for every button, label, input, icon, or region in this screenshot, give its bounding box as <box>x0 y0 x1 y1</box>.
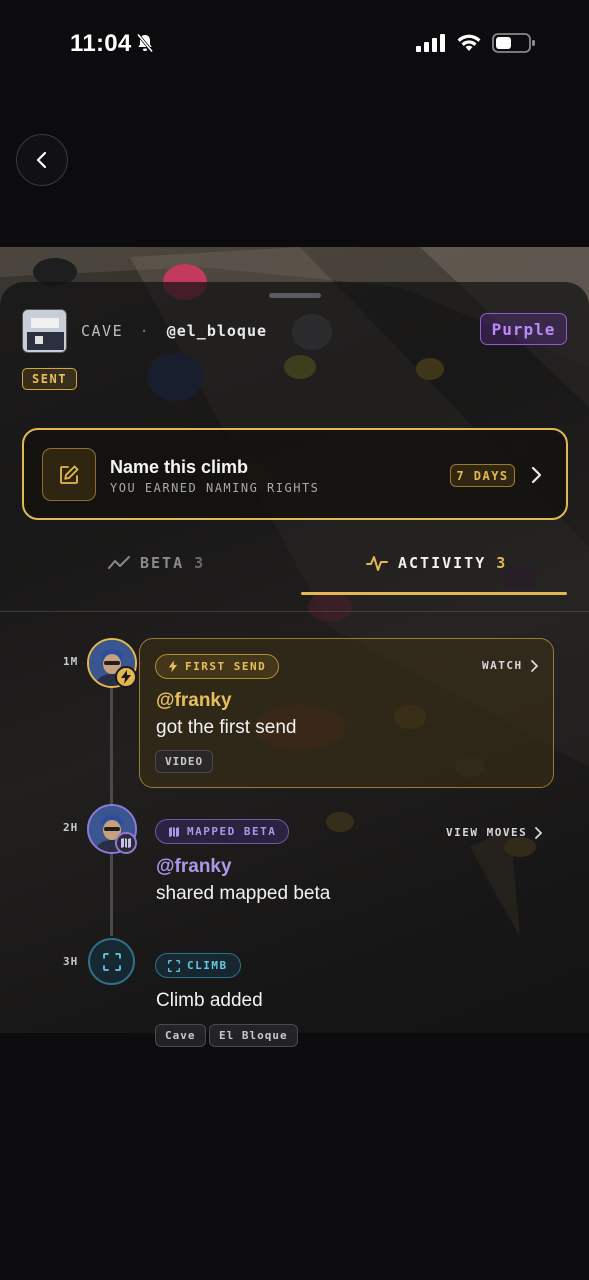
sent-badge: SENT <box>22 368 77 390</box>
edit-icon <box>42 448 96 501</box>
active-tab-indicator <box>301 592 567 595</box>
video-tag[interactable]: VIDEO <box>155 750 214 773</box>
first-send-card[interactable]: FIRST SEND WATCH @franky got the first s… <box>139 638 554 788</box>
back-button[interactable] <box>16 134 68 186</box>
timeline-connector <box>110 854 113 936</box>
cellular-signal-icon <box>416 34 448 57</box>
tab-activity-count: 3 <box>496 554 508 572</box>
tab-activity[interactable]: ACTIVITY 3 <box>366 554 507 572</box>
battery-icon <box>492 33 536 58</box>
name-card-subtitle: YOU EARNED NAMING RIGHTS <box>110 481 320 495</box>
view-moves-label: VIEW MOVES <box>446 826 528 839</box>
status-bar: 11:04 <box>0 0 589 90</box>
event-user[interactable]: @franky <box>156 690 232 712</box>
timeline-connector <box>110 688 113 806</box>
event-type-label: CLIMB <box>187 959 228 972</box>
name-card-title: Name this climb <box>110 457 249 477</box>
gym-and-setter: CAVE · @el_bloque <box>81 322 267 340</box>
map-badge-icon <box>115 832 137 854</box>
tab-beta[interactable]: BETA 3 <box>108 554 205 572</box>
climb-pill: CLIMB <box>155 953 241 978</box>
first-send-pill: FIRST SEND <box>155 654 280 679</box>
setter-handle[interactable]: @el_bloque <box>167 322 267 340</box>
chevron-right-icon <box>530 659 538 672</box>
gym-tag[interactable]: Cave <box>155 1024 206 1047</box>
scan-frame-icon <box>168 959 180 972</box>
event-type-label: FIRST SEND <box>185 660 267 673</box>
tab-beta-label: BETA <box>140 554 185 572</box>
event-time: 2H <box>63 821 79 834</box>
grade-badge: Purple <box>480 313 567 345</box>
event-user[interactable]: @franky <box>156 856 232 878</box>
watch-link[interactable]: WATCH <box>482 659 538 672</box>
wall-thumbnail[interactable] <box>22 309 67 353</box>
trend-line-icon <box>108 556 130 569</box>
bell-muted-icon <box>136 33 154 58</box>
mapped-beta-pill: MAPPED BETA <box>155 819 290 844</box>
watch-label: WATCH <box>482 659 523 672</box>
tab-beta-count: 3 <box>194 554 206 572</box>
separator: · <box>139 322 151 340</box>
scan-frame-icon <box>88 938 135 985</box>
event-time: 1M <box>63 655 79 668</box>
lightning-badge-icon <box>115 666 137 688</box>
chevron-left-icon <box>36 151 47 169</box>
name-climb-card[interactable]: Name this climb YOU EARNED NAMING RIGHTS… <box>22 428 568 520</box>
sheet-drag-handle[interactable] <box>269 293 321 298</box>
tab-bar: BETA 3 ACTIVITY 3 <box>0 540 589 612</box>
chevron-right-icon <box>535 826 543 839</box>
event-text: shared mapped beta <box>156 883 331 904</box>
wifi-icon <box>456 33 482 58</box>
days-remaining-badge: 7 DAYS <box>450 464 515 487</box>
tab-activity-label: ACTIVITY <box>398 554 487 572</box>
chevron-right-icon <box>530 466 542 489</box>
pulse-icon <box>366 556 388 571</box>
view-moves-link[interactable]: VIEW MOVES <box>446 826 543 839</box>
lightning-icon <box>168 660 178 673</box>
gym-label: CAVE <box>81 322 124 340</box>
map-icon <box>169 826 179 837</box>
event-text: got the first send <box>156 717 297 738</box>
event-type-label: MAPPED BETA <box>187 825 277 838</box>
event-text: Climb added <box>156 990 263 1011</box>
location-tag[interactable]: El Bloque <box>209 1024 298 1047</box>
status-time: 11:04 <box>70 30 132 57</box>
event-time: 3H <box>63 955 79 968</box>
